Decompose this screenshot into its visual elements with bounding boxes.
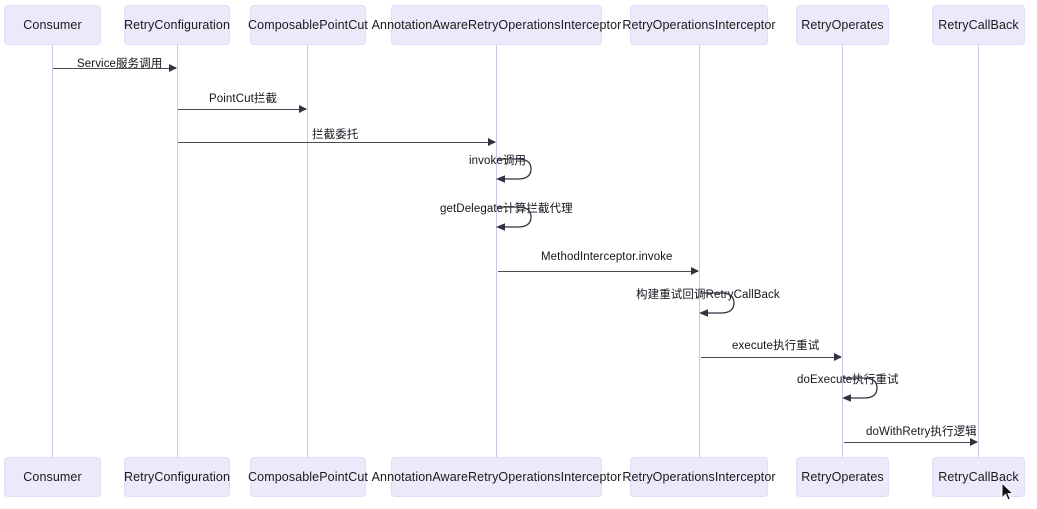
participant-consumer-bottom[interactable]: Consumer	[4, 457, 101, 497]
participant-label: RetryOperates	[801, 18, 884, 32]
participant-pointcut-top[interactable]: ComposablePointCut	[248, 5, 368, 45]
participant-label: RetryConfiguration	[123, 18, 231, 32]
participant-label: RetryOperationsInterceptor	[622, 470, 776, 484]
participant-callback-bottom[interactable]: RetryCallBack	[932, 457, 1025, 497]
message-arrow-5	[498, 271, 698, 272]
arrowhead-9	[970, 438, 978, 446]
participant-operates-bottom[interactable]: RetryOperates	[796, 457, 889, 497]
lifeline-consumer	[52, 45, 53, 457]
participant-label: AnnotationAwareRetryOperationsIntercepto…	[371, 18, 622, 32]
lifeline-interceptor	[699, 45, 700, 457]
self-message-loop-6	[699, 292, 735, 317]
message-arrow-0	[53, 68, 176, 69]
participant-label: RetryOperates	[801, 470, 884, 484]
self-message-loop-8	[842, 377, 878, 402]
self-message-loop-4	[496, 206, 532, 231]
lifeline-annotation	[496, 45, 497, 457]
arrowhead-1	[299, 105, 307, 113]
arrowhead-2	[488, 138, 496, 146]
participant-interceptor-top[interactable]: RetryOperationsInterceptor	[622, 5, 776, 45]
participant-label: RetryCallBack	[938, 470, 1019, 484]
participant-annotation-bottom[interactable]: AnnotationAwareRetryOperationsIntercepto…	[372, 457, 621, 497]
participant-operates-top[interactable]: RetryOperates	[796, 5, 889, 45]
participant-consumer-top[interactable]: Consumer	[4, 5, 101, 45]
lifeline-pointcut	[307, 45, 308, 457]
participant-label: RetryConfiguration	[123, 470, 231, 484]
arrowhead-0	[169, 64, 177, 72]
participant-pointcut-bottom[interactable]: ComposablePointCut	[248, 457, 368, 497]
message-label-1: PointCut拦截	[209, 93, 278, 105]
participant-retryconfig-top[interactable]: RetryConfiguration	[124, 5, 230, 45]
message-arrow-9	[844, 442, 977, 443]
message-arrow-1	[178, 109, 306, 110]
participant-label: RetryCallBack	[938, 18, 1019, 32]
lifeline-callback	[978, 45, 979, 457]
participant-label: ComposablePointCut	[248, 18, 368, 32]
participant-label: RetryOperationsInterceptor	[622, 18, 776, 32]
message-label-2: 拦截委托	[312, 129, 359, 141]
message-label-7: execute执行重试	[732, 340, 820, 352]
message-label-9: doWithRetry执行逻辑	[866, 426, 977, 438]
participant-label: Consumer	[23, 470, 82, 484]
lifeline-retryconfig	[177, 45, 178, 457]
arrowhead-7	[834, 353, 842, 361]
participant-label: AnnotationAwareRetryOperationsIntercepto…	[371, 470, 622, 484]
participant-retryconfig-bottom[interactable]: RetryConfiguration	[124, 457, 230, 497]
message-arrow-7	[701, 357, 841, 358]
message-label-5: MethodInterceptor.invoke	[541, 251, 673, 263]
participant-annotation-top[interactable]: AnnotationAwareRetryOperationsIntercepto…	[372, 5, 621, 45]
participant-callback-top[interactable]: RetryCallBack	[932, 5, 1025, 45]
participant-interceptor-bottom[interactable]: RetryOperationsInterceptor	[622, 457, 776, 497]
sequence-diagram-canvas: Consumer RetryConfiguration ComposablePoin…	[0, 0, 1037, 509]
arrowhead-5	[691, 267, 699, 275]
participant-label: ComposablePointCut	[248, 470, 368, 484]
participant-label: Consumer	[23, 18, 82, 32]
self-message-loop-3	[496, 158, 532, 183]
message-arrow-2	[178, 142, 495, 143]
